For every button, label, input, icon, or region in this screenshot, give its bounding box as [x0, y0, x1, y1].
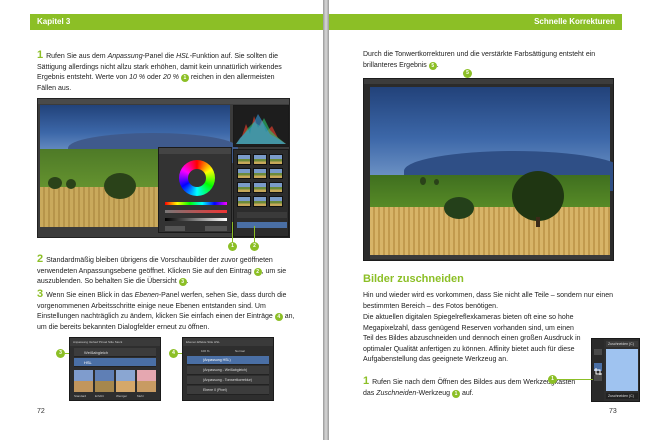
histogram-graphic: [234, 106, 288, 146]
callout-marker: 1: [228, 242, 237, 251]
page-number: 73: [609, 408, 617, 415]
chapter-header: Schnelle Korrekturen: [329, 14, 622, 30]
crop-tool-screenshot: Zuschneiden (C) Zuschneiden (C): [591, 338, 640, 402]
adjustment-panel-thumbnail: Anpassung Verlauf Pinsel Stile Stock Wei…: [69, 337, 161, 401]
brush-tool-icon[interactable]: [594, 375, 602, 381]
screenshot-affinity-hsl: [37, 98, 290, 238]
callout-badge: 1: [452, 389, 460, 398]
callout-badge: 3: [178, 278, 187, 287]
callout-marker: 4: [169, 349, 178, 358]
callout-badge: 2: [253, 267, 262, 276]
callout-badge: 1: [180, 74, 189, 83]
step-3-text: 3 Wenn Sie einen Blick in das Ebenen-Pan…: [37, 288, 295, 331]
page-number: 72: [37, 408, 45, 415]
paragraph: Die aktuellen digitalen Spiegelreflexkam…: [363, 314, 581, 364]
callout-marker: 1: [548, 375, 557, 384]
step-number: 1: [363, 375, 370, 387]
crop-tool-icon[interactable]: [594, 363, 602, 376]
right-page: Schnelle Korrekturen Durch die Tonwertko…: [329, 0, 651, 440]
step-1-text: 1 Rufen Sie aus dem Anpassung-Panel die …: [37, 49, 282, 92]
screenshot-edited-photo: [363, 78, 614, 261]
move-tool-icon[interactable]: [594, 349, 602, 355]
step-number: 2: [37, 253, 44, 265]
callout-badge: 5: [428, 61, 437, 70]
paragraph: Hin und wieder wird es vorkommen, dass S…: [363, 292, 614, 310]
callout-marker: 2: [250, 242, 259, 251]
layers-panel-thumbnail: Ebenen Effekte Stile HSL 100 % Normal (A…: [182, 337, 274, 401]
intro-text: Durch die Tonwertkorrekturen und die ver…: [363, 51, 596, 70]
callout-marker: 5: [463, 69, 472, 78]
step-2-text: 2 Standardmäßig bleiben übrigens die Vor…: [37, 253, 287, 287]
left-page: Kapitel 3 1 Rufen Sie aus dem Anpassung-…: [0, 0, 323, 440]
section-heading: Bilder zuschneiden: [363, 273, 464, 285]
callout-badge: 4: [274, 313, 283, 322]
step-number: 3: [37, 288, 44, 300]
callout-marker: 3: [56, 349, 65, 358]
step-number: 1: [37, 49, 44, 61]
chapter-header: Kapitel 3: [30, 14, 323, 30]
